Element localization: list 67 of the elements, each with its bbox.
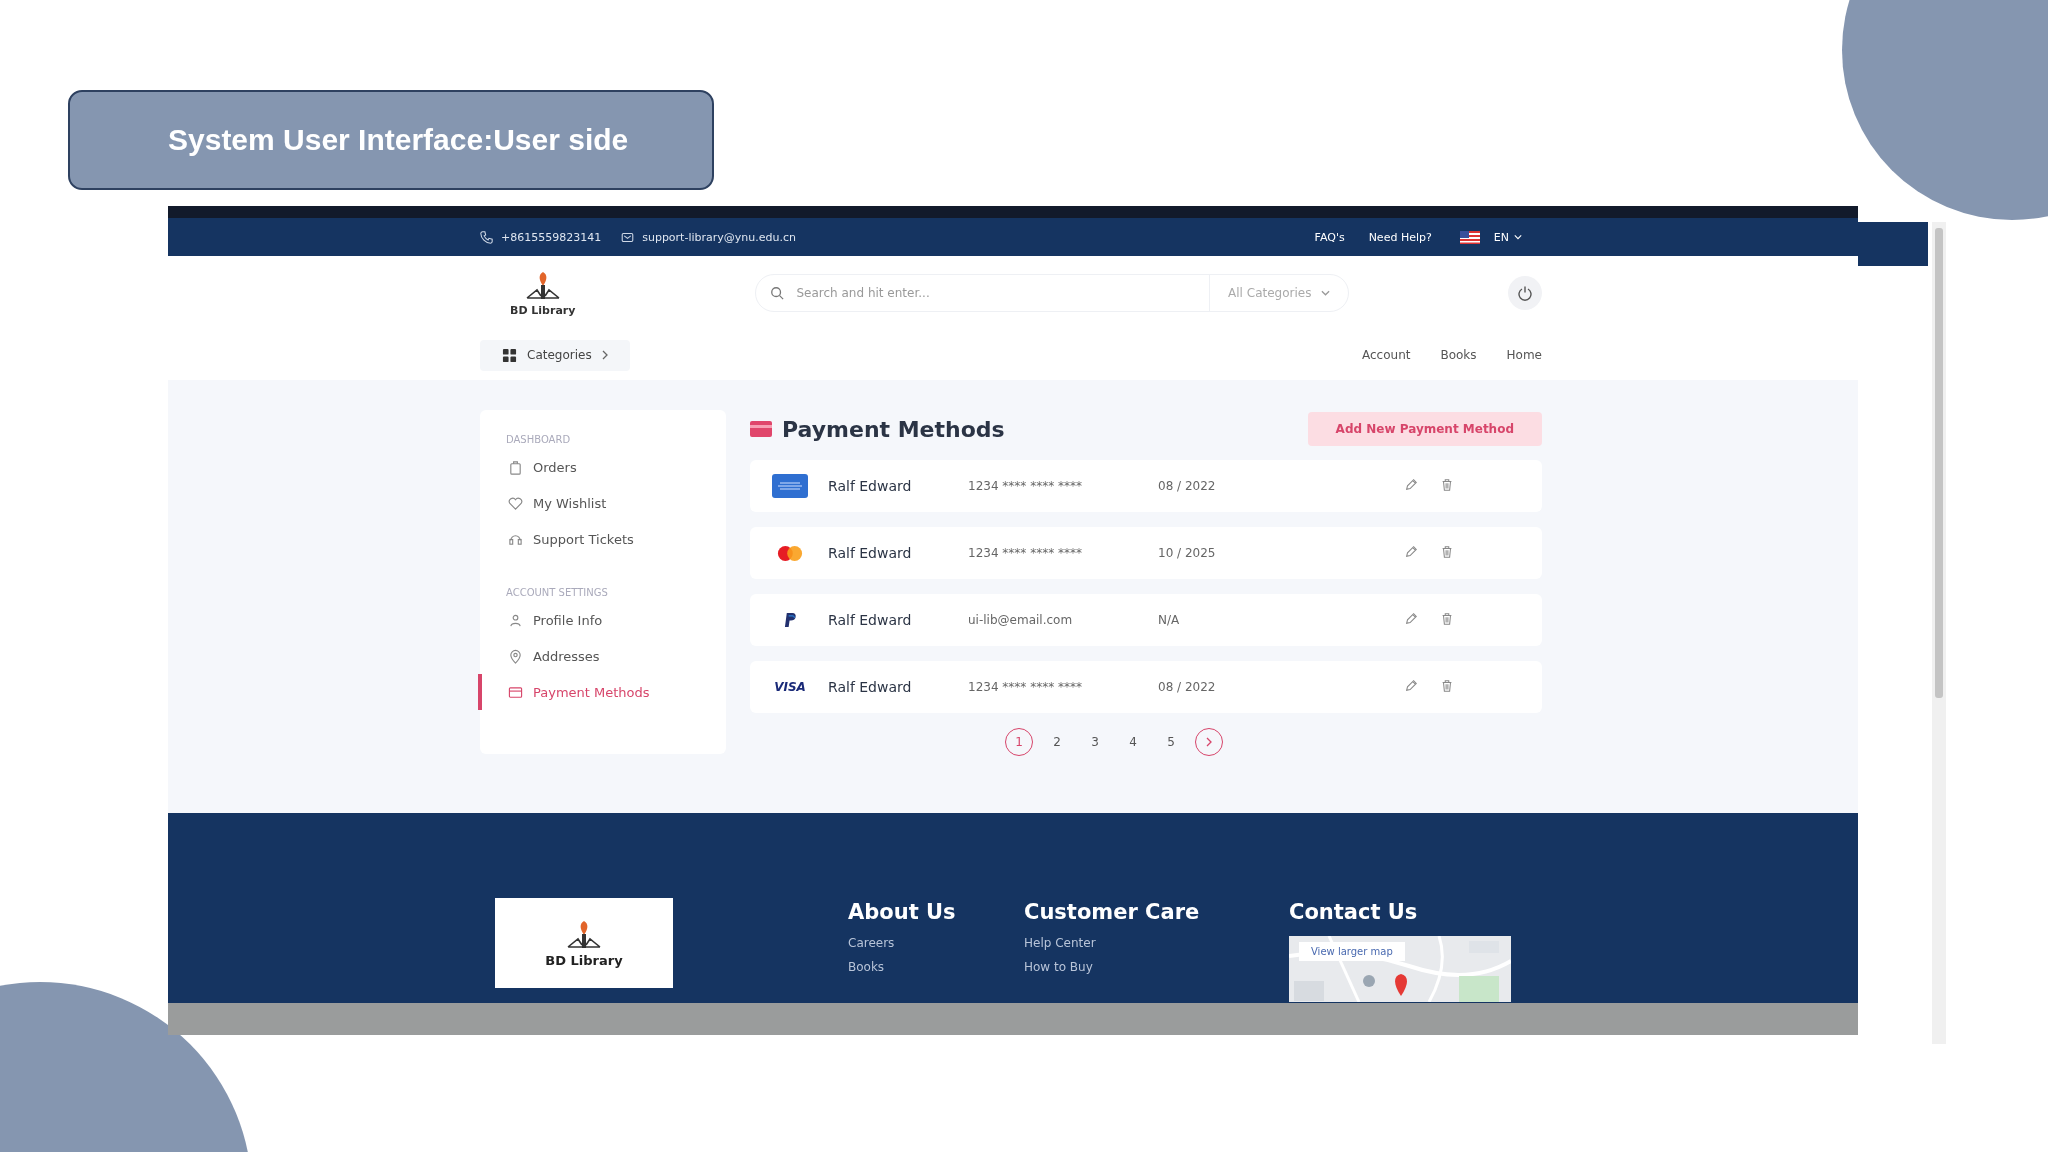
card-logo-icon bbox=[777, 544, 803, 562]
caret-icon bbox=[1514, 234, 1522, 240]
email-address: support-library@ynu.edu.cn bbox=[642, 230, 796, 244]
page-button[interactable]: 5 bbox=[1157, 728, 1185, 756]
footer-heading: About Us bbox=[848, 900, 957, 924]
page-button[interactable]: 4 bbox=[1119, 728, 1147, 756]
search-icon bbox=[770, 286, 785, 300]
nav-link[interactable]: Account bbox=[1362, 348, 1411, 362]
caret-icon bbox=[1321, 290, 1331, 296]
footer-heading: Contact Us bbox=[1289, 900, 1419, 924]
phone-icon bbox=[480, 230, 493, 244]
top-link[interactable]: FAQ's bbox=[1314, 230, 1345, 244]
cardholder-name: Ralf Edward bbox=[828, 478, 913, 494]
sidebar-item[interactable]: My Wishlist bbox=[478, 485, 726, 521]
sidebar-item[interactable]: Orders bbox=[478, 449, 726, 485]
card-logo: VISA bbox=[774, 680, 806, 694]
footer-link[interactable]: Careers bbox=[848, 936, 1024, 950]
card-icon bbox=[508, 684, 523, 700]
card-number: 1234 **** **** **** bbox=[968, 680, 1083, 694]
card-expiry: 10 / 2025 bbox=[1158, 546, 1217, 560]
page-button[interactable]: 2 bbox=[1043, 728, 1071, 756]
footer-heading: Customer Care bbox=[1024, 900, 1201, 924]
location-pin-icon bbox=[508, 648, 523, 664]
cardholder-name: Ralf Edward bbox=[828, 545, 913, 561]
card-expiry: 08 / 2022 bbox=[1158, 680, 1217, 694]
user-icon bbox=[508, 612, 523, 628]
logo[interactable]: BD Library bbox=[510, 269, 576, 317]
footer-link[interactable]: How to Buy bbox=[1024, 960, 1289, 974]
chevron-right-icon bbox=[601, 350, 608, 360]
mail-icon bbox=[621, 230, 635, 244]
chevron-right-icon bbox=[1206, 737, 1212, 747]
footer-logo[interactable]: BD Library bbox=[495, 898, 673, 988]
nav-link[interactable]: Books bbox=[1440, 348, 1477, 362]
sidebar-item[interactable]: Addresses bbox=[478, 638, 726, 674]
section-heading: ACCOUNT SETTINGS bbox=[505, 586, 609, 600]
language-selector[interactable]: EN bbox=[1487, 229, 1528, 245]
power-button[interactable] bbox=[1508, 276, 1542, 310]
sidebar-item[interactable]: Profile Info bbox=[478, 602, 726, 638]
top-link[interactable]: Need Help? bbox=[1368, 230, 1432, 244]
bag-icon bbox=[508, 459, 523, 475]
power-icon bbox=[1517, 285, 1533, 301]
categories-button[interactable]: Categories bbox=[480, 339, 630, 371]
card-logo-icon bbox=[783, 611, 797, 629]
card-number: 1234 **** **** **** bbox=[968, 546, 1083, 560]
grid-icon bbox=[502, 347, 517, 363]
card-logo-icon bbox=[772, 474, 808, 498]
card-expiry: 08 / 2022 bbox=[1158, 479, 1217, 493]
section-heading: DASHBOARD bbox=[505, 433, 572, 447]
sidebar-item[interactable]: Payment Methods bbox=[478, 674, 726, 710]
cardholder-name: Ralf Edward bbox=[828, 612, 913, 628]
card-number: ui-lib@email.com bbox=[968, 613, 1074, 627]
card-icon bbox=[750, 421, 772, 437]
phone-number: +8615559823141 bbox=[501, 230, 602, 244]
cardholder-name: Ralf Edward bbox=[828, 679, 913, 695]
view-map-button[interactable]: View larger map bbox=[1299, 942, 1405, 961]
page-button[interactable]: 3 bbox=[1081, 728, 1109, 756]
sidebar-item[interactable]: Support Tickets bbox=[478, 521, 726, 557]
card-number: 1234 **** **** **** bbox=[968, 479, 1083, 493]
nav-link[interactable]: Home bbox=[1506, 348, 1542, 362]
page-title: Payment Methods bbox=[782, 416, 1005, 442]
flag-icon bbox=[1459, 230, 1480, 244]
footer-link[interactable]: Books bbox=[848, 960, 1024, 974]
scrollbar[interactable] bbox=[1932, 222, 1946, 1044]
card-expiry: N/A bbox=[1158, 613, 1181, 627]
heart-icon bbox=[508, 495, 523, 511]
slide-title: System User Interface:User side bbox=[68, 90, 714, 190]
footer-link[interactable]: Help Center bbox=[1024, 936, 1289, 950]
